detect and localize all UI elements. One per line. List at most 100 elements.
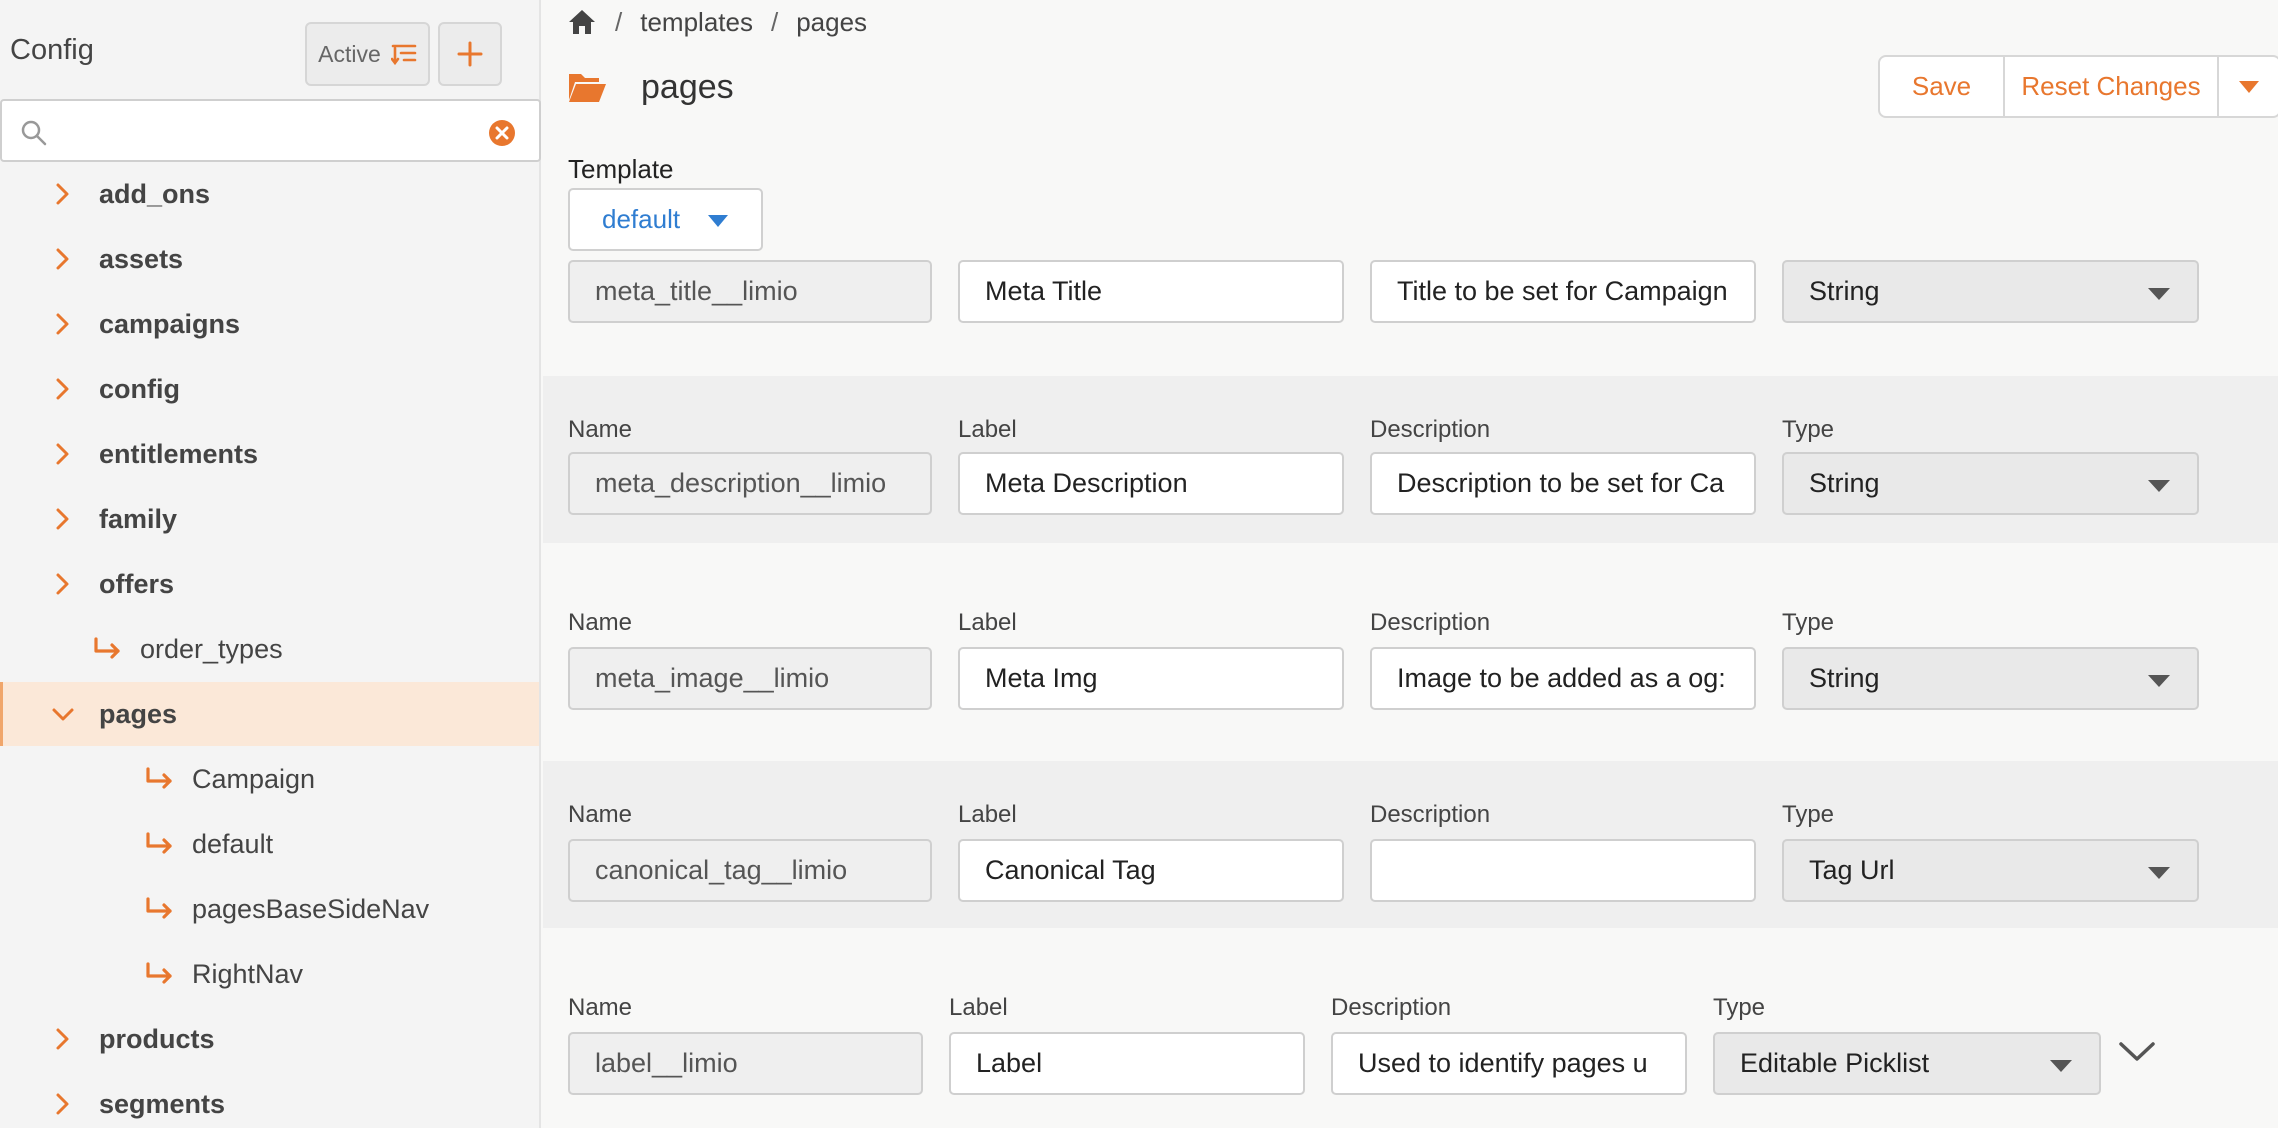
field-type-value: String (1809, 468, 1880, 498)
sidebar-item-pages[interactable]: pages (0, 682, 539, 746)
home-icon[interactable] (567, 8, 597, 36)
field-type-select[interactable]: String (1782, 647, 2199, 710)
sidebar-item-add-ons[interactable]: add_ons (0, 162, 539, 226)
field-name-input[interactable]: meta_image__limio (568, 647, 932, 710)
field-name-input[interactable]: label__limio (568, 1032, 923, 1095)
sidebar-item-label: family (99, 503, 178, 534)
template-select[interactable]: default (568, 188, 763, 251)
type-label: Type (1713, 994, 1766, 1021)
sidebar-item-label: entitlements (99, 438, 259, 469)
chevron-right-icon (56, 1093, 69, 1115)
sidebar-item-label: campaigns (99, 308, 241, 339)
main-content: / templates / pages pages Save Reset Cha… (543, 0, 2278, 1128)
chevron-down-icon[interactable] (2118, 1040, 2156, 1064)
label-label: Label (949, 994, 1008, 1021)
field-name-input[interactable]: meta_title__limio (568, 260, 932, 323)
field-name-input[interactable]: canonical_tag__limio (568, 839, 932, 902)
sidebar-item-campaigns[interactable]: campaigns (0, 292, 539, 356)
child-arrow-icon (146, 767, 172, 789)
sidebar-item-label: pagesBaseSideNav (192, 893, 430, 924)
sidebar-item-segments[interactable]: segments (0, 1072, 539, 1128)
child-arrow-icon (146, 962, 172, 984)
sidebar-item-config[interactable]: config (0, 357, 539, 421)
description-label: Description (1370, 609, 1491, 636)
field-type-select[interactable]: Tag Url (1782, 839, 2199, 902)
plus-icon (457, 41, 483, 67)
field-type-select[interactable]: String (1782, 452, 2199, 515)
breadcrumb-item-pages[interactable]: pages (796, 7, 867, 38)
chevron-right-icon (56, 443, 69, 465)
type-label: Type (1782, 416, 1835, 443)
sidebar-item-products[interactable]: products (0, 1007, 539, 1071)
search-icon (21, 120, 47, 146)
clear-search-icon[interactable] (487, 118, 517, 148)
name-label: Name (568, 416, 633, 443)
search-input[interactable] (58, 111, 478, 153)
field-label-input[interactable]: Label (949, 1032, 1305, 1095)
sidebar-item-label: RightNav (192, 958, 304, 989)
template-selected-value: default (602, 204, 681, 234)
sidebar-item-assets[interactable]: assets (0, 227, 539, 291)
child-arrow-icon (146, 897, 172, 919)
type-label: Type (1782, 609, 1835, 636)
name-label: Name (568, 609, 633, 636)
field-description-input[interactable]: Image to be added as a og: (1370, 647, 1756, 710)
sidebar-item-label: config (99, 373, 180, 404)
caret-down-icon (2239, 80, 2259, 93)
label-label: Label (958, 801, 1017, 828)
field-label-input[interactable]: Canonical Tag (958, 839, 1344, 902)
field-label-input[interactable]: Meta Description (958, 452, 1344, 515)
sidebar-item-default[interactable]: default (0, 812, 539, 876)
field-label-input[interactable]: Meta Title (958, 260, 1344, 323)
reset-changes-button[interactable]: Reset Changes (2005, 55, 2219, 118)
caret-down-icon (2148, 867, 2170, 879)
sidebar-item-family[interactable]: family (0, 487, 539, 551)
chevron-right-icon (56, 1028, 69, 1050)
child-arrow-icon (146, 832, 172, 854)
sidebar-item-label: default (192, 828, 274, 859)
caret-down-icon (2148, 288, 2170, 300)
action-button-group: Save Reset Changes (1878, 55, 2278, 118)
sidebar-item-campaign[interactable]: Campaign (0, 747, 539, 811)
caret-down-icon (2148, 480, 2170, 492)
field-name-input[interactable]: meta_description__limio (568, 452, 932, 515)
field-label-input[interactable]: Meta Img (958, 647, 1344, 710)
folder-open-icon (569, 74, 606, 102)
chevron-right-icon (56, 508, 69, 530)
field-description-input[interactable]: Description to be set for Ca (1370, 452, 1756, 515)
field-type-value: String (1809, 663, 1880, 693)
field-description-input[interactable]: Used to identify pages u (1331, 1032, 1687, 1095)
save-button[interactable]: Save (1878, 55, 2005, 118)
field-type-select[interactable]: Editable Picklist (1713, 1032, 2101, 1095)
field-description-input[interactable]: Title to be set for Campaign (1370, 260, 1756, 323)
caret-down-icon (708, 215, 728, 227)
name-label: Name (568, 801, 633, 828)
caret-down-icon (2148, 675, 2170, 687)
field-type-value: Editable Picklist (1740, 1048, 1930, 1078)
sidebar-item-entitlements[interactable]: entitlements (0, 422, 539, 486)
page-title: pages (641, 68, 734, 106)
description-label: Description (1331, 994, 1452, 1021)
sidebar-item-label: add_ons (99, 178, 211, 209)
child-arrow-icon (94, 637, 120, 659)
field-row: Name Label Description Type label__limio… (543, 928, 2278, 1128)
status-filter-button[interactable]: Active (305, 22, 430, 86)
field-row: Name Label Description Type meta_image__… (543, 543, 2278, 761)
sidebar-item-offers[interactable]: offers (0, 552, 539, 616)
sort-icon (390, 44, 417, 66)
description-label: Description (1370, 801, 1491, 828)
breadcrumb-item-templates[interactable]: templates (640, 7, 753, 38)
field-row: meta_title__limio Meta Title Title to be… (543, 258, 2278, 376)
sidebar-item-label: pages (99, 698, 178, 729)
sidebar-item-rightnav[interactable]: RightNav (0, 942, 539, 1006)
sidebar-item-label: segments (99, 1088, 226, 1119)
sidebar-item-pagesbasesidenav[interactable]: pagesBaseSideNav (0, 877, 539, 941)
add-button[interactable] (438, 22, 502, 86)
more-actions-button[interactable] (2219, 55, 2278, 118)
chevron-down-icon (52, 708, 74, 721)
label-label: Label (958, 416, 1017, 443)
sidebar-item-order-types[interactable]: order_types (0, 617, 539, 681)
sidebar: Config Active add_ons assets campaigns c… (0, 0, 541, 1128)
field-description-input[interactable] (1370, 839, 1756, 902)
field-type-select[interactable]: String (1782, 260, 2199, 323)
